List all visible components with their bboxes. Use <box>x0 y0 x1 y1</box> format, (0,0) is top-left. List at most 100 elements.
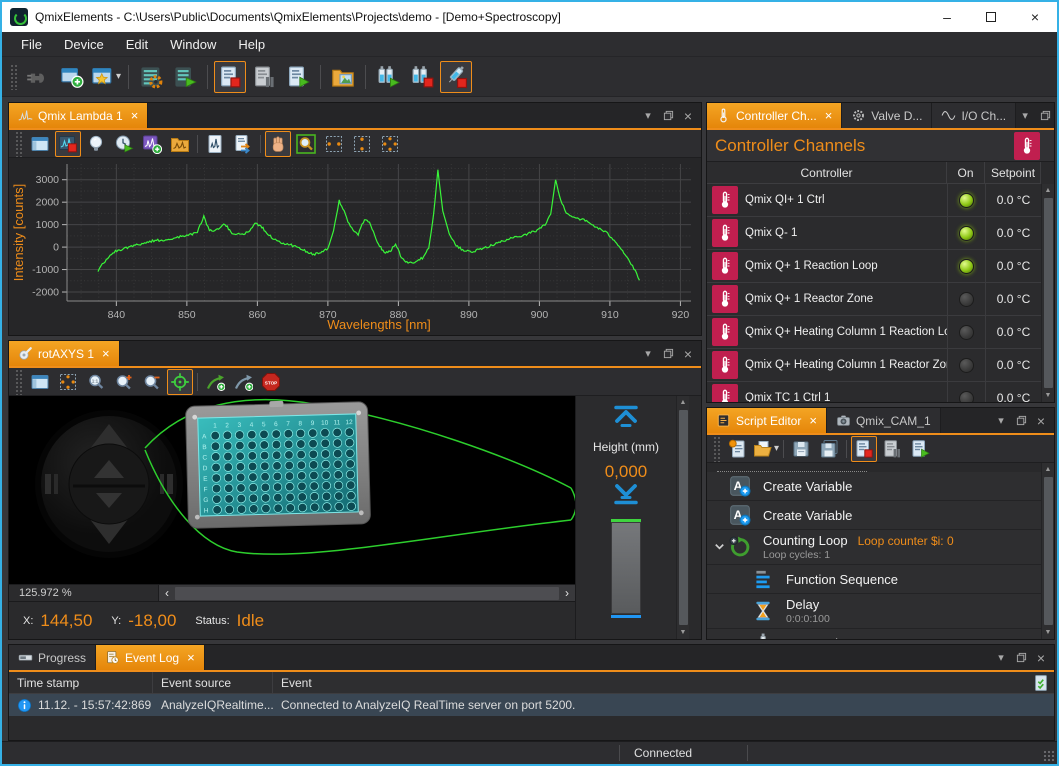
tab-i-o-ch[interactable]: I/O Ch... <box>932 103 1016 128</box>
record-spectrum-button[interactable] <box>55 131 81 157</box>
expander-icon[interactable] <box>713 540 727 554</box>
column-header-setpoint[interactable]: Setpoint <box>985 162 1041 183</box>
lamp-button[interactable] <box>83 131 109 157</box>
power-led[interactable] <box>959 292 974 307</box>
connect-devices-button[interactable] <box>22 61 54 93</box>
script-item-counting-loop[interactable]: Counting LoopLoop counter $i: 0Loop cycl… <box>707 530 1041 565</box>
stop-pumps-button[interactable] <box>406 61 438 93</box>
menu-window[interactable]: Window <box>159 32 227 56</box>
panel-float-button[interactable] <box>659 107 677 125</box>
toolbar-drag-handle[interactable] <box>10 64 17 90</box>
controller-vscrollbar[interactable]: ▲ ▼ <box>1041 184 1054 402</box>
panel-menu-button[interactable]: ▾ <box>992 649 1010 667</box>
tab-rotaxys-1[interactable]: rotAXYS 1× <box>9 341 120 366</box>
scroll-down-icon[interactable]: ▼ <box>1042 626 1054 639</box>
start-pumps-button[interactable] <box>372 61 404 93</box>
vscroll-thumb[interactable] <box>1044 198 1053 388</box>
column-header-event-source[interactable]: Event source <box>153 672 273 693</box>
zoom-original-button[interactable]: 1:1 <box>83 369 109 395</box>
minimize-button[interactable]: – <box>925 2 969 32</box>
tab-progress[interactable]: Progress <box>9 645 96 670</box>
tab-close-icon[interactable]: × <box>131 108 139 123</box>
pause-script-button[interactable] <box>248 61 280 93</box>
setpoint-cell[interactable]: 0.0 °C <box>985 283 1041 315</box>
new-script-button[interactable] <box>725 436 751 462</box>
power-led[interactable] <box>959 358 974 373</box>
show-window-button[interactable] <box>27 369 53 395</box>
scroll-up-icon[interactable]: ▲ <box>1042 184 1054 197</box>
fit-all-button[interactable] <box>377 131 403 157</box>
tab-controller-ch[interactable]: Controller Ch...× <box>707 103 842 128</box>
power-led[interactable] <box>959 391 974 403</box>
canvas-vscrollbar[interactable]: ▲ ▼ <box>676 396 689 639</box>
scroll-right-icon[interactable]: › <box>559 586 575 600</box>
script-item-create-variable[interactable]: ACreate Variable <box>707 472 1041 501</box>
script-item-delay[interactable]: Delay0:0:0:100 <box>707 594 1041 629</box>
controller-row[interactable]: Qmix Q+ 1 Reactor Zone0.0 °C <box>707 283 1041 316</box>
log-options-icon[interactable] <box>1032 674 1050 692</box>
script-vscrollbar[interactable]: ▲ ▼ <box>1041 463 1054 639</box>
tab-close-icon[interactable]: × <box>102 346 110 361</box>
controller-row[interactable]: Qmix QI+ 1 Ctrl0.0 °C <box>707 184 1041 217</box>
controller-row[interactable]: Qmix Q- 10.0 °C <box>707 217 1041 250</box>
show-window-button[interactable] <box>27 131 53 157</box>
tab-close-icon[interactable]: × <box>809 413 817 428</box>
stop-script-button[interactable] <box>214 61 246 93</box>
tab-event-log[interactable]: Event Log× <box>96 645 205 670</box>
controller-row[interactable]: Qmix Q+ Heating Column 1 Reaction Loop0.… <box>707 316 1041 349</box>
setpoint-cell[interactable]: 0.0 °C <box>985 250 1041 282</box>
run-script-button[interactable] <box>282 61 314 93</box>
add-move-blue-button[interactable] <box>230 369 256 395</box>
power-led[interactable] <box>959 226 974 241</box>
resize-grip[interactable] <box>1043 750 1055 762</box>
media-gallery-button[interactable] <box>327 61 359 93</box>
save-all-button[interactable] <box>816 436 842 462</box>
fit-vertical-button[interactable] <box>349 131 375 157</box>
tab-close-icon[interactable]: × <box>187 650 195 665</box>
center-tool-button[interactable] <box>167 369 193 395</box>
controller-row[interactable]: Qmix Q+ 1 Reaction Loop0.0 °C <box>707 250 1041 283</box>
setpoint-cell[interactable]: 0.0 °C <box>985 217 1041 249</box>
export-spectrum-button[interactable] <box>202 131 228 157</box>
configure-process-button[interactable] <box>135 61 167 93</box>
zoom-out-button[interactable] <box>139 369 165 395</box>
menu-file[interactable]: File <box>10 32 53 56</box>
controller-row[interactable]: Qmix Q+ Heating Column 1 Reactor Zone0.0… <box>707 349 1041 382</box>
scroll-up-icon[interactable]: ▲ <box>1042 463 1054 476</box>
export-data-button[interactable] <box>230 131 256 157</box>
toolbar-drag-handle[interactable] <box>15 369 22 395</box>
dropdown-caret-icon[interactable]: ▾ <box>116 71 121 82</box>
tab-script-editor[interactable]: Script Editor× <box>707 408 827 433</box>
script-item-function-sequence[interactable]: Function Sequence <box>707 565 1041 594</box>
panel-close-button[interactable]: × <box>679 345 697 363</box>
run-script-button[interactable] <box>907 436 933 462</box>
open-script-button[interactable]: ▾ <box>753 436 779 462</box>
panel-float-button[interactable] <box>1036 107 1054 125</box>
log-row[interactable]: 11.12. - 15:57:42:869AnalyzeIQRealtime..… <box>9 694 1054 716</box>
add-window-button[interactable] <box>56 61 88 93</box>
panel-menu-button[interactable]: ▾ <box>639 345 657 363</box>
open-spectra-button[interactable] <box>167 131 193 157</box>
column-header-event[interactable]: Event <box>273 672 1032 693</box>
timed-acquisition-button[interactable] <box>111 131 137 157</box>
menu-device[interactable]: Device <box>53 32 115 56</box>
save-script-button[interactable] <box>788 436 814 462</box>
script-item-dose-volume[interactable]: Dose Volume <box>707 629 1041 639</box>
menu-edit[interactable]: Edit <box>115 32 159 56</box>
zoom-in-button[interactable] <box>111 369 137 395</box>
tab-qmix-lambda-1[interactable]: Qmix Lambda 1× <box>9 103 148 128</box>
panel-float-button[interactable] <box>1012 412 1030 430</box>
scroll-down-icon[interactable]: ▼ <box>677 626 689 639</box>
favorites-button[interactable]: ▾ <box>90 61 122 93</box>
fit-view-button[interactable] <box>55 369 81 395</box>
panel-close-button[interactable]: × <box>1032 649 1050 667</box>
column-header-time-stamp[interactable]: Time stamp <box>9 672 153 693</box>
spectrum-chart[interactable]: 840 850 860 870 880 890 900 910 920 -200… <box>9 158 701 335</box>
power-led[interactable] <box>959 259 974 274</box>
toolbar-drag-handle[interactable] <box>713 436 720 462</box>
move-to-bottom-button[interactable] <box>606 482 646 506</box>
vscroll-thumb[interactable] <box>679 410 688 625</box>
panel-menu-button[interactable]: ▾ <box>1016 107 1034 125</box>
tab-close-icon[interactable]: × <box>825 108 833 123</box>
hscroll-track[interactable]: ‹ › <box>159 585 575 601</box>
